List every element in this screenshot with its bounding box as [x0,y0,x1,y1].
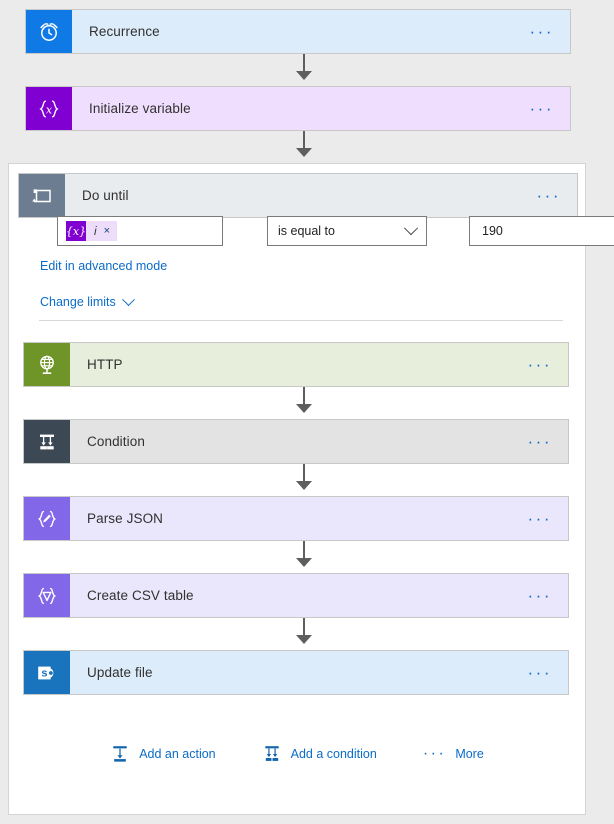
card-menu-button[interactable]: ··· [528,343,568,386]
chevron-down-icon [121,292,135,306]
flow-card-http[interactable]: HTTP ··· [23,342,569,387]
connector-arrow [296,635,312,644]
add-an-action-button[interactable]: Add an action [110,744,216,764]
change-limits-label: Change limits [40,295,116,309]
chevron-down-icon [403,221,419,236]
loop-icon [19,174,65,217]
globe-icon [24,343,70,386]
card-menu-button[interactable]: ··· [537,174,577,217]
flow-card-title: Condition [87,434,145,449]
sharepoint-icon: s [24,651,70,694]
connector-arrow [296,558,312,567]
flow-card-title: Do until [82,188,129,203]
connector-arrow [296,481,312,490]
svg-text:x: x [46,103,53,116]
variable-token[interactable]: {x} i × [66,221,118,241]
connector-arrow [296,148,312,157]
condition-value-input[interactable]: 190 [469,216,614,246]
flow-card-update-file[interactable]: s Update file ··· [23,650,569,695]
flow-card-title: Parse JSON [87,511,164,526]
flow-card-title: Initialize variable [89,101,191,116]
variable-token-label: i [94,224,97,238]
condition-operator-select[interactable]: is equal to [267,216,427,246]
flow-card-title: HTTP [87,357,123,372]
flow-card-create-csv-table[interactable]: Create CSV table ··· [23,573,569,618]
flow-card-do-until[interactable]: Do until ··· [18,173,578,218]
condition-left-input[interactable]: {x} i × [57,216,223,246]
scope-divider [39,320,563,321]
braces-x-token-icon: {x} [66,221,86,241]
more-button[interactable]: ··· More [423,746,484,762]
add-a-condition-label: Add a condition [290,747,377,761]
flow-card-recurrence[interactable]: Recurrence ··· [25,9,571,54]
scope-action-bar: Add an action Add a condition ··· More [9,744,585,764]
flow-designer-canvas: Recurrence ··· x Initialize variable ··· [0,0,614,824]
flow-card-initialize-variable[interactable]: x Initialize variable ··· [25,86,571,131]
braces-pencil-icon [24,497,70,540]
add-an-action-label: Add an action [139,747,216,761]
card-menu-button[interactable]: ··· [528,574,568,617]
flow-card-condition[interactable]: Condition ··· [23,419,569,464]
add-action-icon [110,744,130,764]
card-menu-button[interactable]: ··· [530,10,570,53]
card-menu-button[interactable]: ··· [528,497,568,540]
more-label: More [455,747,484,761]
change-limits-link[interactable]: Change limits [40,292,135,309]
connector-arrow [296,71,312,80]
flow-card-parse-json[interactable]: Parse JSON ··· [23,496,569,541]
scope-do-until: Do until ··· {x} i × is equal to 190 Edi… [8,163,614,815]
condition-branch-icon [24,420,70,463]
card-menu-button[interactable]: ··· [528,651,568,694]
do-until-condition-row: {x} i × is equal to 190 [57,216,614,246]
flow-card-title: Update file [87,665,153,680]
card-menu-button[interactable]: ··· [530,87,570,130]
card-menu-button[interactable]: ··· [528,420,568,463]
braces-funnel-icon [24,574,70,617]
condition-value-text: 190 [482,224,503,238]
connector-arrow [296,404,312,413]
braces-x-icon: x [26,87,72,130]
condition-operator-value: is equal to [278,224,335,238]
flow-card-title: Create CSV table [87,588,194,603]
add-a-condition-button[interactable]: Add a condition [262,744,377,764]
svg-text:s: s [41,667,47,679]
flow-card-title: Recurrence [89,24,160,39]
edit-advanced-mode-link[interactable]: Edit in advanced mode [40,259,167,273]
close-icon[interactable]: × [104,225,117,237]
add-condition-icon [262,744,282,764]
ellipsis-icon: ··· [422,745,447,762]
alarm-clock-icon [26,10,72,53]
